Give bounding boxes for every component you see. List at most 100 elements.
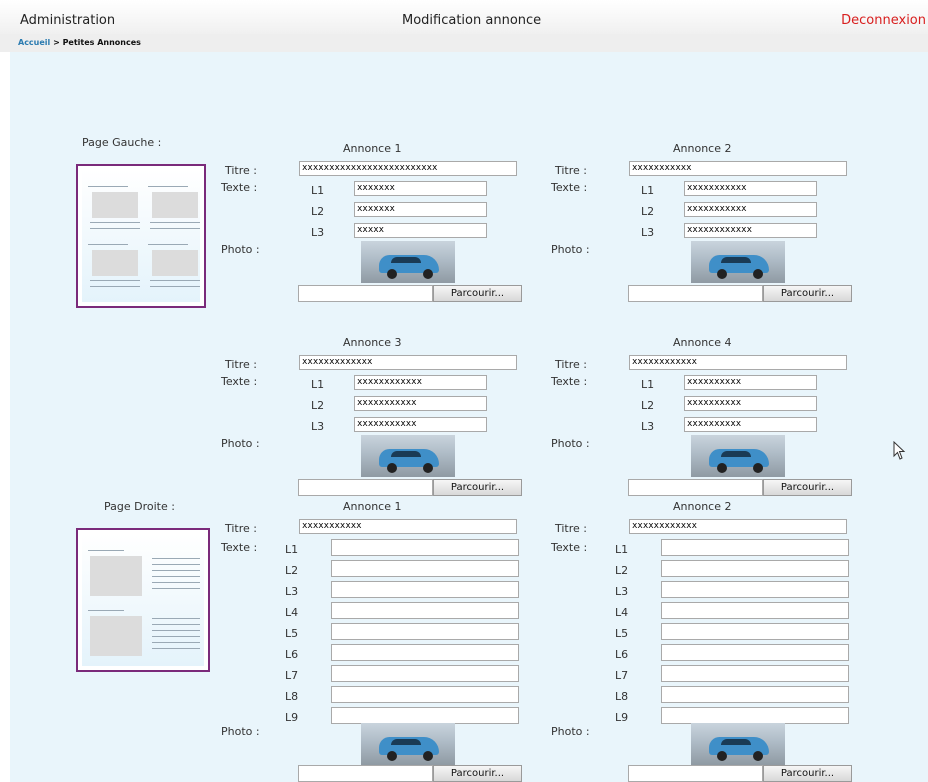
- texte-label: Texte :: [551, 541, 588, 554]
- line-label: L2: [285, 564, 299, 577]
- car-photo-image: [361, 435, 455, 477]
- mouse-cursor-icon: [893, 441, 906, 460]
- line-input[interactable]: [331, 623, 519, 640]
- browse-button[interactable]: Parcourir...: [433, 285, 522, 302]
- line-input[interactable]: xxxxxxx: [354, 202, 487, 217]
- file-path-input[interactable]: [298, 479, 433, 496]
- file-path-input[interactable]: [298, 285, 433, 302]
- title-input[interactable]: xxxxxxxxxxxxx: [299, 355, 517, 370]
- line-input[interactable]: [661, 560, 849, 577]
- line-label: L8: [285, 690, 299, 703]
- title-input[interactable]: xxxxxxxxxxxxxxxxxxxxxxxxx: [299, 161, 517, 176]
- annonce-heading: Annonce 1: [343, 142, 402, 155]
- line-label: L4: [615, 606, 629, 619]
- texte-label: Texte :: [221, 541, 258, 554]
- browse-button[interactable]: Parcourir...: [763, 765, 852, 782]
- line-input[interactable]: [331, 560, 519, 577]
- line-label: L1: [641, 184, 655, 197]
- line-label: L2: [641, 399, 655, 412]
- line-input[interactable]: xxxxxxxxxxxx: [684, 223, 817, 238]
- line-label: L7: [285, 669, 299, 682]
- line-input[interactable]: [331, 707, 519, 724]
- line-label: L1: [615, 543, 629, 556]
- title-input[interactable]: xxxxxxxxxxxx: [629, 519, 847, 534]
- line-input[interactable]: xxxxxxxxxxx: [684, 181, 817, 196]
- breadcrumb-current: Petites Annonces: [62, 38, 141, 47]
- logout-link[interactable]: Deconnexion: [841, 13, 926, 28]
- line-label: L2: [641, 205, 655, 218]
- title-input[interactable]: xxxxxxxxxxx: [299, 519, 517, 534]
- line-label: L2: [311, 399, 325, 412]
- line-label: L1: [311, 184, 325, 197]
- top-header: Administration Modification annonce Deco…: [0, 0, 928, 34]
- texte-label: Texte :: [221, 181, 258, 194]
- page-gauche-thumbnail: [76, 164, 206, 308]
- line-input[interactable]: [661, 686, 849, 703]
- line-label: L3: [311, 226, 325, 239]
- file-path-input[interactable]: [298, 765, 433, 782]
- line-input[interactable]: xxxxxxxxxx: [684, 375, 817, 390]
- line-input[interactable]: [331, 602, 519, 619]
- line-input[interactable]: [661, 581, 849, 598]
- line-label: L4: [285, 606, 299, 619]
- line-label: L3: [641, 420, 655, 433]
- line-input[interactable]: [331, 665, 519, 682]
- titre-label: Titre :: [555, 164, 588, 177]
- line-label: L3: [615, 585, 629, 598]
- page-droite-label: Page Droite :: [104, 500, 175, 513]
- line-label: L1: [641, 378, 655, 391]
- titre-label: Titre :: [555, 522, 588, 535]
- line-label: L3: [285, 585, 299, 598]
- browse-button[interactable]: Parcourir...: [433, 765, 522, 782]
- line-input[interactable]: [661, 539, 849, 556]
- line-input[interactable]: xxxxx: [354, 223, 487, 238]
- line-input[interactable]: [661, 644, 849, 661]
- file-path-input[interactable]: [628, 285, 763, 302]
- line-input[interactable]: xxxxxxxxxxx: [354, 417, 487, 432]
- file-path-input[interactable]: [628, 765, 763, 782]
- browse-button[interactable]: Parcourir...: [763, 479, 852, 496]
- line-input[interactable]: [331, 539, 519, 556]
- car-photo-image: [361, 723, 455, 765]
- line-input[interactable]: [331, 581, 519, 598]
- photo-label: Photo :: [221, 437, 260, 450]
- title-input[interactable]: xxxxxxxxxxx: [629, 161, 847, 176]
- texte-label: Texte :: [551, 375, 588, 388]
- texte-label: Texte :: [551, 181, 588, 194]
- line-label: L5: [285, 627, 299, 640]
- line-input[interactable]: xxxxxxx: [354, 181, 487, 196]
- file-path-input[interactable]: [628, 479, 763, 496]
- breadcrumb-separator: >: [50, 38, 63, 47]
- line-label: L5: [615, 627, 629, 640]
- photo-label: Photo :: [551, 437, 590, 450]
- annonce-heading: Annonce 2: [673, 500, 732, 513]
- line-input[interactable]: [661, 707, 849, 724]
- title-input[interactable]: xxxxxxxxxxxx: [629, 355, 847, 370]
- photo-label: Photo :: [221, 243, 260, 256]
- line-input[interactable]: xxxxxxxxxxxx: [354, 375, 487, 390]
- page-gauche-label: Page Gauche :: [82, 136, 162, 149]
- line-label: L2: [615, 564, 629, 577]
- annonce-heading: Annonce 2: [673, 142, 732, 155]
- line-label: L1: [311, 378, 325, 391]
- line-label: L3: [641, 226, 655, 239]
- line-input[interactable]: [331, 644, 519, 661]
- line-input[interactable]: xxxxxxxxxxx: [354, 396, 487, 411]
- browse-button[interactable]: Parcourir...: [433, 479, 522, 496]
- line-label: L2: [311, 205, 325, 218]
- line-label: L9: [615, 711, 629, 724]
- line-input[interactable]: [331, 686, 519, 703]
- car-photo-image: [691, 435, 785, 477]
- line-input[interactable]: [661, 623, 849, 640]
- line-label: L6: [615, 648, 629, 661]
- breadcrumb-home-link[interactable]: Accueil: [18, 38, 50, 47]
- line-input[interactable]: [661, 665, 849, 682]
- line-input[interactable]: [661, 602, 849, 619]
- line-input[interactable]: xxxxxxxxxx: [684, 417, 817, 432]
- line-input[interactable]: xxxxxxxxxx: [684, 396, 817, 411]
- browse-button[interactable]: Parcourir...: [763, 285, 852, 302]
- texte-label: Texte :: [221, 375, 258, 388]
- line-label: L3: [311, 420, 325, 433]
- line-input[interactable]: xxxxxxxxxxx: [684, 202, 817, 217]
- photo-label: Photo :: [551, 725, 590, 738]
